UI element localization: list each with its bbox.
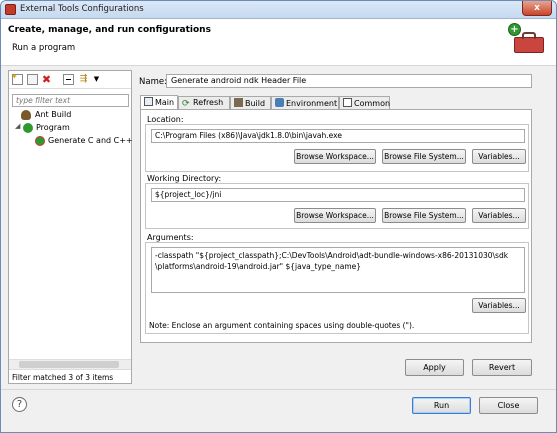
ant-icon (21, 110, 31, 120)
close-button[interactable]: Close (479, 397, 538, 414)
tab-environment[interactable]: Environment (271, 96, 339, 110)
location-variables-button[interactable]: Variables... (472, 149, 526, 164)
workdir-browse-workspace-button[interactable]: Browse Workspace... (294, 208, 376, 223)
toolbox-icon: + (508, 23, 544, 53)
header-subtitle: Run a program (12, 43, 76, 53)
workdir-field[interactable]: ${project_loc}/jni (151, 188, 525, 202)
config-editor: Name: Generate android ndk Header File M… (136, 70, 534, 384)
build-icon (234, 98, 243, 107)
help-icon[interactable]: ? (12, 397, 27, 412)
arguments-note: Note: Enclose an argument containing spa… (149, 321, 415, 330)
filter-status: Filter matched 3 of 3 items (9, 369, 131, 383)
revert-button[interactable]: Revert (472, 359, 532, 376)
name-label: Name: (139, 77, 167, 87)
arguments-line-1: -classpath "${project_classpath};C:\DevT… (155, 251, 509, 260)
arguments-variables-button[interactable]: Variables... (472, 298, 526, 313)
program-icon (23, 123, 33, 133)
location-browse-fs-button[interactable]: Browse File System... (382, 149, 466, 164)
filter-input[interactable]: type filter text (12, 94, 129, 107)
tab-main[interactable]: Main (140, 95, 178, 110)
tree-expand-icon[interactable]: ◢ (15, 122, 23, 130)
location-label: Location: (147, 115, 184, 124)
dialog-window: External Tools Configurations x Create, … (0, 0, 557, 433)
title-bar: External Tools Configurations x (1, 1, 556, 19)
chevron-down-icon[interactable]: ▼ (91, 74, 102, 85)
workdir-label: Working Directory: (147, 174, 222, 183)
workdir-variables-button[interactable]: Variables... (472, 208, 526, 223)
refresh-icon: ⟳ (182, 99, 190, 109)
apply-button[interactable]: Apply (405, 359, 464, 376)
arguments-label: Arguments: (147, 233, 194, 242)
workdir-browse-fs-button[interactable]: Browse File System... (382, 208, 466, 223)
config-tree-panel: ✦ ✖ ⇶ ▼ type filter text Ant Build ◢ Pro… (8, 70, 133, 384)
run-button[interactable]: Run (412, 397, 471, 414)
tree-toolbar: ✦ ✖ ⇶ ▼ (9, 71, 131, 89)
arguments-line-2: \platforms\android-19\android.jar" ${jav… (155, 262, 362, 271)
delete-icon[interactable]: ✖ (41, 74, 52, 85)
window-title: External Tools Configurations (20, 4, 144, 14)
filter-icon[interactable]: ⇶ (78, 74, 89, 85)
tree-hscrollbar[interactable] (9, 359, 131, 369)
config-tabs: Main ⟳ Refresh Build Environment Common (140, 95, 532, 110)
environment-icon (275, 98, 284, 107)
window-close-button[interactable]: x (522, 1, 552, 16)
duplicate-icon[interactable] (27, 74, 38, 85)
workdir-group: ${project_loc}/jni Browse Workspace... B… (145, 183, 529, 229)
tab-common[interactable]: Common (339, 96, 390, 110)
location-browse-workspace-button[interactable]: Browse Workspace... (294, 149, 376, 164)
common-icon (343, 98, 352, 107)
name-field[interactable]: Generate android ndk Header File (166, 74, 532, 88)
app-icon (5, 4, 16, 15)
main-icon (144, 97, 153, 106)
footer-separator (1, 389, 556, 390)
arguments-field[interactable]: -classpath "${project_classpath};C:\DevT… (151, 247, 525, 293)
header-title: Create, manage, and run configurations (8, 25, 211, 35)
location-field[interactable]: C:\Program Files (x86)\Java\jdk1.8.0\bin… (151, 129, 525, 143)
dialog-header: Create, manage, and run configurations R… (1, 19, 556, 66)
tab-build[interactable]: Build (230, 96, 271, 110)
location-group: C:\Program Files (x86)\Java\jdk1.8.0\bin… (145, 124, 529, 172)
tab-refresh[interactable]: ⟳ Refresh (178, 96, 230, 110)
collapse-all-icon[interactable] (63, 74, 74, 85)
new-config-icon[interactable]: ✦ (11, 72, 23, 85)
main-tab-panel: Location: C:\Program Files (x86)\Java\jd… (140, 109, 532, 343)
program-config-icon (35, 136, 45, 146)
